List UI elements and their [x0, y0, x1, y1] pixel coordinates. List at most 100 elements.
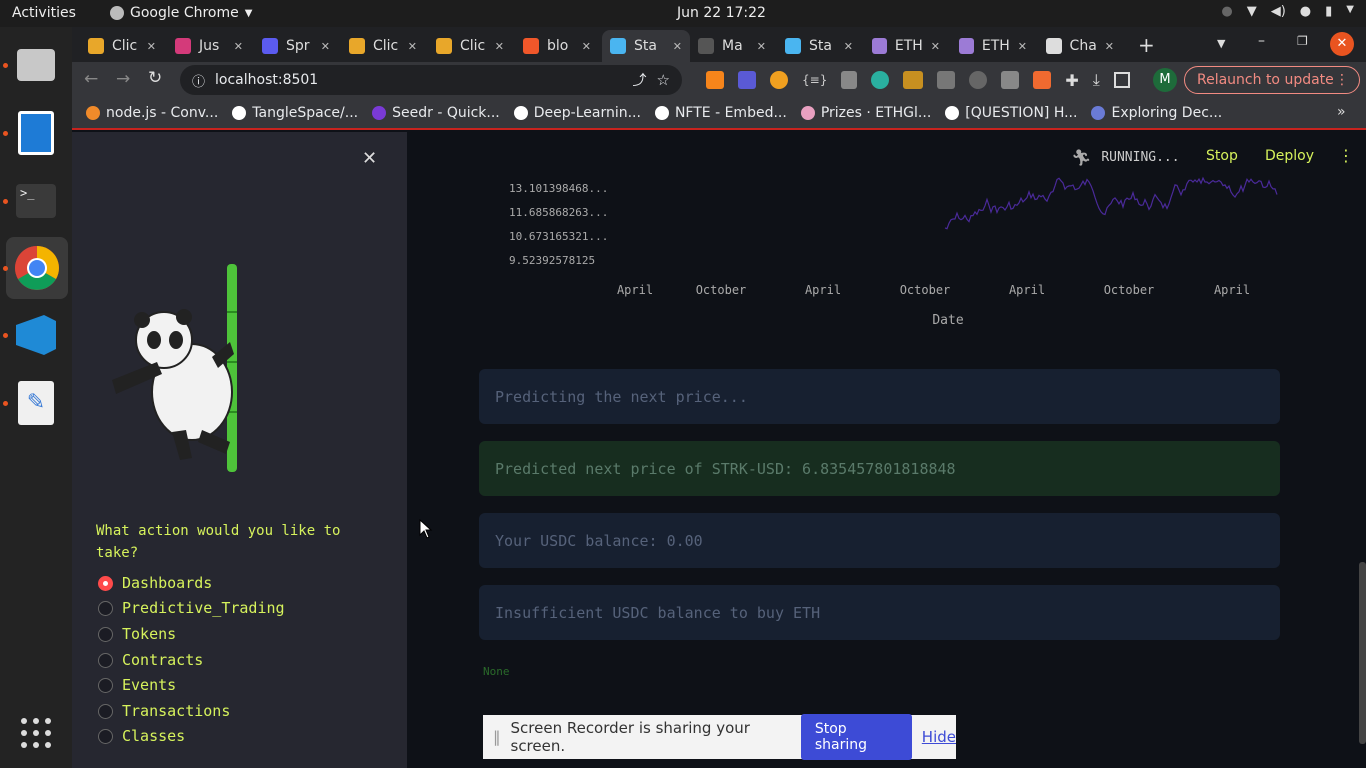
tab[interactable]: Spr ✕: [254, 30, 338, 62]
close-tab-icon[interactable]: ✕: [234, 40, 243, 53]
bookmark-item[interactable]: Prizes · ETHGl...: [800, 105, 931, 121]
address-bar[interactable]: ⓘ localhost:8501 ⤴ ☆: [180, 65, 682, 95]
close-tab-icon[interactable]: ✕: [1105, 40, 1114, 53]
tab[interactable]: blo ✕: [515, 30, 599, 62]
eth-icon: [959, 38, 974, 54]
radio-option[interactable]: Predictive_Trading: [98, 599, 285, 617]
tab[interactable]: Sta ✕: [602, 30, 690, 62]
tab[interactable]: ETH ✕: [864, 30, 948, 62]
radio-circle[interactable]: [98, 728, 113, 744]
extension-icon[interactable]: [770, 71, 788, 89]
extension-icon[interactable]: {≡}: [802, 73, 827, 87]
radio-option[interactable]: Contracts: [98, 651, 203, 669]
tab[interactable]: Clic ✕: [80, 30, 164, 62]
radio-option[interactable]: Tokens: [98, 625, 176, 643]
new-tab-icon[interactable]: +: [1138, 33, 1155, 57]
download-icon[interactable]: ⤓: [1093, 70, 1100, 90]
bookmark-item[interactable]: NFTE - Embed...: [654, 105, 787, 121]
bookmarks-overflow-icon[interactable]: »: [1337, 104, 1346, 120]
action-question: What action would you like to take?: [96, 523, 341, 561]
drag-handle-icon[interactable]: ‖: [493, 728, 501, 746]
bookmark-star-icon[interactable]: ☆: [657, 71, 670, 89]
bookmark-item[interactable]: TangleSpace/...: [232, 105, 358, 121]
extension-icon[interactable]: [1001, 71, 1020, 89]
close-sidebar-icon[interactable]: ✕: [362, 148, 377, 169]
radio-circle[interactable]: [98, 575, 113, 591]
system-tray[interactable]: ● ▼ ◀) ● ▮ ▼: [1221, 4, 1354, 19]
close-tab-icon[interactable]: ✕: [673, 40, 682, 53]
url-text: localhost:8501: [215, 72, 319, 88]
minimize-icon[interactable]: –: [1258, 33, 1265, 49]
tab[interactable]: Ma ✕: [690, 30, 774, 62]
puzzle-icon[interactable]: ✚: [1065, 71, 1078, 90]
tab-search-icon[interactable]: ▼: [1217, 37, 1225, 50]
close-tab-icon[interactable]: ✕: [408, 40, 417, 53]
chrome-icon[interactable]: [6, 237, 68, 299]
hide-button[interactable]: Hide: [922, 728, 956, 746]
close-window-icon[interactable]: ✕: [1330, 32, 1354, 56]
stop-sharing-button[interactable]: Stop sharing: [800, 714, 912, 760]
text-editor-icon[interactable]: ✎: [10, 377, 62, 429]
radio-circle[interactable]: [98, 703, 113, 719]
relaunch-button[interactable]: Relaunch to update ⋮: [1184, 66, 1360, 94]
share-icon[interactable]: ⤴: [633, 70, 647, 90]
tab[interactable]: Clic ✕: [341, 30, 425, 62]
extension-icon[interactable]: [937, 71, 956, 89]
terminal-icon[interactable]: >_: [10, 175, 62, 227]
close-tab-icon[interactable]: ✕: [582, 40, 591, 53]
app-menu[interactable]: Google Chrome ▼: [110, 5, 252, 21]
close-tab-icon[interactable]: ✕: [757, 40, 766, 53]
radio-option[interactable]: Classes: [98, 727, 185, 745]
radio-option[interactable]: Dashboards: [98, 574, 212, 592]
files-icon[interactable]: [10, 39, 62, 91]
chevron-down-icon: ▼: [244, 7, 253, 19]
activities-button[interactable]: Activities: [12, 5, 76, 21]
extension-icon[interactable]: [1033, 71, 1052, 89]
extension-icon[interactable]: [738, 71, 756, 89]
extension-icon[interactable]: [841, 71, 858, 89]
page-scrollbar[interactable]: [1359, 562, 1366, 744]
sidebar: ✕ What action would you like to take? Da…: [72, 132, 407, 768]
extension-icon[interactable]: [969, 71, 988, 89]
vscode-icon[interactable]: [10, 309, 62, 361]
close-tab-icon[interactable]: ✕: [147, 40, 156, 53]
clock[interactable]: Jun 22 17:22: [677, 5, 766, 21]
restore-icon[interactable]: ❐: [1297, 34, 1308, 48]
tab[interactable]: ETH ✕: [951, 30, 1035, 62]
close-tab-icon[interactable]: ✕: [1018, 40, 1027, 53]
close-tab-icon[interactable]: ✕: [321, 40, 330, 53]
forward-icon[interactable]: →: [116, 69, 130, 89]
main-menu-icon[interactable]: ⋮: [1338, 146, 1354, 165]
stop-button[interactable]: Stop: [1206, 148, 1238, 164]
bookmark-item[interactable]: Exploring Dec...: [1091, 105, 1222, 121]
extension-icon[interactable]: [871, 71, 890, 89]
side-panel-icon[interactable]: [1113, 72, 1130, 88]
tab[interactable]: Clic ✕: [428, 30, 512, 62]
close-tab-icon[interactable]: ✕: [931, 40, 940, 53]
bookmark-item[interactable]: Deep-Learnin...: [513, 105, 641, 121]
app-grid-icon[interactable]: [10, 707, 62, 759]
extension-icon[interactable]: [903, 71, 924, 89]
tab[interactable]: Cha ✕: [1038, 30, 1122, 62]
bookmark-item[interactable]: [QUESTION] H...: [945, 105, 1077, 121]
reload-icon[interactable]: ↻: [148, 68, 162, 88]
close-tab-icon[interactable]: ✕: [844, 40, 853, 53]
close-tab-icon[interactable]: ✕: [495, 40, 504, 53]
tab[interactable]: Sta ✕: [777, 30, 861, 62]
radio-circle[interactable]: [98, 600, 113, 616]
radio-circle[interactable]: [98, 652, 113, 668]
radio-circle[interactable]: [98, 677, 113, 693]
writer-icon[interactable]: [10, 107, 62, 159]
bookmark-item[interactable]: node.js - Conv...: [86, 105, 218, 121]
profile-avatar[interactable]: M: [1153, 68, 1177, 92]
system-top-bar: Activities Google Chrome ▼ Jun 22 17:22 …: [0, 0, 1366, 27]
none-output: None: [483, 665, 510, 678]
radio-circle[interactable]: [98, 626, 113, 642]
metamask-extension-icon[interactable]: [706, 71, 724, 89]
deploy-button[interactable]: Deploy: [1265, 148, 1314, 164]
radio-option[interactable]: Transactions: [98, 702, 230, 720]
back-icon[interactable]: ←: [84, 69, 98, 89]
radio-option[interactable]: Events: [98, 676, 176, 694]
tab[interactable]: Jus ✕: [167, 30, 251, 62]
bookmark-item[interactable]: Seedr - Quick...: [372, 105, 500, 121]
